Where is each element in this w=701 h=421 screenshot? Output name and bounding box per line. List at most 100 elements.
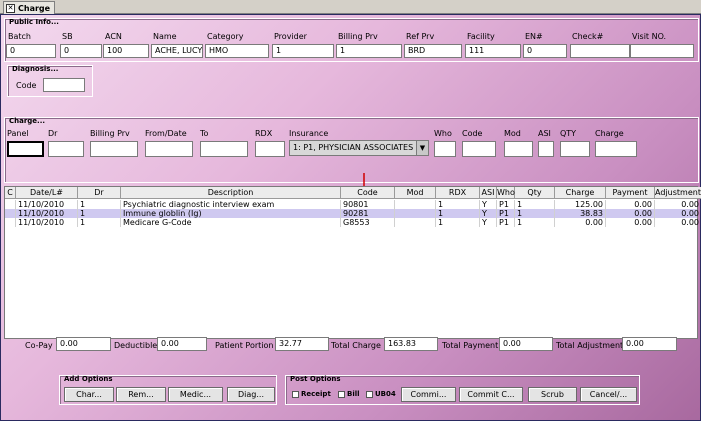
cell-date: 11/10/2010 <box>16 218 78 227</box>
entry-who-input[interactable] <box>434 141 456 157</box>
ref-prv-field[interactable]: BRD <box>404 44 462 58</box>
entry-billing-prv-input[interactable] <box>90 141 138 157</box>
cell-qty: 1 <box>515 218 555 227</box>
cell-adjustment: 0.00 <box>655 209 701 218</box>
entry-panel-input[interactable] <box>7 141 44 157</box>
tab-charge-label: Charge <box>18 3 51 13</box>
batch-field[interactable]: 0 <box>6 44 56 58</box>
total-payment-field[interactable]: 0.00 <box>499 337 553 351</box>
column-header-payment[interactable]: Payment <box>606 187 655 199</box>
cell-c <box>5 200 16 209</box>
visit-no-field[interactable] <box>630 44 694 58</box>
entry-code-label: Code <box>462 129 483 138</box>
facility-field[interactable]: 111 <box>465 44 521 58</box>
cell-asi: Y <box>480 209 497 218</box>
ub04-checkbox-label: UB04 <box>375 390 396 398</box>
chevron-down-icon[interactable]: ▼ <box>416 141 428 155</box>
entry-dr-input[interactable] <box>48 141 84 157</box>
cell-payment: 0.00 <box>606 200 655 209</box>
column-header-description[interactable]: Description <box>121 187 341 199</box>
column-header-qty[interactable]: Qty <box>515 187 555 199</box>
entry-code-input[interactable] <box>462 141 496 157</box>
entry-to-label: To <box>200 129 209 138</box>
tab-charge[interactable]: ✕ Charge <box>3 1 56 14</box>
charges-grid[interactable]: C Date/L# Dr Description Code Mod RDX ASI Who Qty… <box>4 186 701 339</box>
post-commi-button[interactable]: Commi... <box>401 387 456 402</box>
post-scrub-button[interactable]: Scrub <box>528 387 577 402</box>
ub04-checkbox[interactable]: UB04 <box>366 390 396 398</box>
cell-who: P1 <box>497 209 515 218</box>
ref-prv-label: Ref Prv <box>406 32 435 41</box>
cell-mod <box>395 218 436 227</box>
provider-field[interactable]: 1 <box>272 44 334 58</box>
entry-mod-label: Mod <box>504 129 521 138</box>
entry-qty-input[interactable] <box>560 141 590 157</box>
entry-from-date-input[interactable] <box>145 141 193 157</box>
cell-date: 11/10/2010 <box>16 200 78 209</box>
en-field[interactable]: 0 <box>523 44 567 58</box>
bill-checkbox-box[interactable] <box>338 390 345 398</box>
total-charge-field[interactable]: 163.83 <box>384 337 438 351</box>
cell-dr: 1 <box>78 200 121 209</box>
cell-c <box>5 209 16 218</box>
cell-adjustment: 0.00 <box>655 200 701 209</box>
insurance-select[interactable]: 1: P1, PHYSICIAN ASSOCIATES ▼ <box>289 140 429 156</box>
cell-mod <box>395 209 436 218</box>
cell-dr: 1 <box>78 209 121 218</box>
sb-field[interactable]: 0 <box>60 44 102 58</box>
diagnosis-code-input[interactable] <box>43 78 85 92</box>
cell-dr: 1 <box>78 218 121 227</box>
table-row[interactable]: 11/10/2010 1 Medicare G-Code G8553 1 Y P1 1 0.00… <box>5 218 699 227</box>
table-row[interactable]: 11/10/2010 1 Psychiatric diagnostic interv… <box>5 200 699 209</box>
receipt-checkbox[interactable]: Receipt <box>292 390 331 398</box>
column-header-asi[interactable]: ASI <box>480 187 497 199</box>
add-medic-button[interactable]: Medic... <box>168 387 223 402</box>
add-rem-button[interactable]: Rem... <box>116 387 166 402</box>
add-diag-button[interactable]: Diag... <box>227 387 275 402</box>
total-payment-label: Total Payment <box>442 341 499 350</box>
sb-label: SB <box>62 32 73 41</box>
billing-prv-field[interactable]: 1 <box>336 44 402 58</box>
entry-panel-label: Panel <box>7 129 29 138</box>
entry-to-input[interactable] <box>200 141 248 157</box>
post-cancel-button[interactable]: Cancel/... <box>580 387 637 402</box>
entry-dr-label: Dr <box>48 129 58 138</box>
column-header-rdx[interactable]: RDX <box>436 187 480 199</box>
cell-code: 90281 <box>341 209 395 218</box>
add-char-button[interactable]: Char... <box>64 387 114 402</box>
cell-description: Medicare G-Code <box>121 218 341 227</box>
entry-rdx-label: RDX <box>255 129 273 138</box>
bill-checkbox[interactable]: Bill <box>338 390 360 398</box>
entry-mod-input[interactable] <box>504 141 533 157</box>
table-row[interactable]: 11/10/2010 1 Immune globlin (Ig) 90281 1 Y P1 1… <box>5 209 699 218</box>
close-icon[interactable]: ✕ <box>6 3 15 13</box>
entry-qty-label: QTY <box>560 129 577 138</box>
receipt-checkbox-box[interactable] <box>292 390 299 398</box>
category-field[interactable]: HMO <box>205 44 269 58</box>
column-header-date-l[interactable]: Date/L# <box>16 187 78 199</box>
entry-rdx-input[interactable] <box>255 141 285 157</box>
column-header-c[interactable]: C <box>5 187 16 199</box>
column-header-charge[interactable]: Charge <box>555 187 606 199</box>
post-commit-c-button[interactable]: Commit C... <box>459 387 523 402</box>
column-header-code[interactable]: Code <box>341 187 395 199</box>
column-header-mod[interactable]: Mod <box>395 187 436 199</box>
deductible-field[interactable]: 0.00 <box>157 337 207 351</box>
patient-portion-field[interactable]: 32.77 <box>275 337 329 351</box>
column-header-who[interactable]: Who <box>497 187 515 199</box>
deductible-label: Deductible <box>114 341 158 350</box>
acn-field[interactable]: 100 <box>103 44 149 58</box>
check-field[interactable] <box>570 44 630 58</box>
co-pay-field[interactable]: 0.00 <box>56 337 111 351</box>
entry-charge-input[interactable] <box>595 141 637 157</box>
facility-label: Facility <box>467 32 495 41</box>
column-header-adjustment[interactable]: Adjustment <box>655 187 701 199</box>
name-field[interactable]: ACHE, LUCY <box>151 44 203 58</box>
cell-charge: 0.00 <box>555 218 606 227</box>
entry-asi-input[interactable] <box>538 141 554 157</box>
public-info-title: Public Info... <box>9 18 59 26</box>
check-label: Check# <box>572 32 604 41</box>
total-adjustment-field[interactable]: 0.00 <box>622 337 677 351</box>
ub04-checkbox-box[interactable] <box>366 390 373 398</box>
column-header-dr[interactable]: Dr <box>78 187 121 199</box>
